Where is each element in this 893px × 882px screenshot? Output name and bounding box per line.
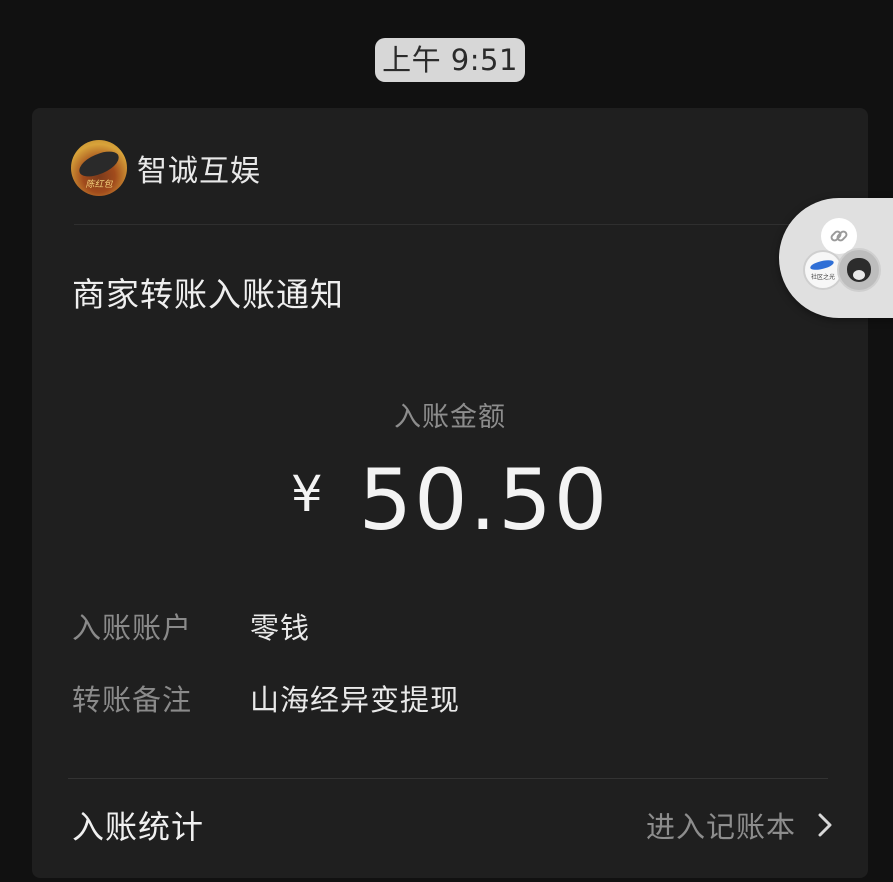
footer-divider — [68, 778, 828, 779]
link-chain-icon — [830, 230, 848, 242]
detail-row-remark: 转账备注 山海经异变提现 — [72, 678, 460, 718]
avatar-logo-text: 陈红包 — [85, 180, 113, 190]
card-header[interactable]: 陈红包 智诚互娱 — [71, 138, 261, 198]
dog-snout-graphic — [853, 270, 865, 280]
sender-avatar[interactable]: 陈红包 — [71, 140, 127, 196]
sender-name: 智诚互娱 — [137, 154, 261, 189]
wing-graphic — [809, 258, 835, 272]
dog-avatar-icon[interactable] — [837, 248, 881, 292]
currency-symbol: ¥ — [290, 465, 325, 523]
detail-value-remark: 山海经异变提现 — [250, 683, 461, 717]
payment-notification-card[interactable]: 陈红包 智诚互娱 商家转账入账通知 入账金额 ¥50.50 入账账户 零钱 转账… — [32, 108, 868, 878]
amount-value: 50.50 — [358, 451, 610, 549]
card-footer[interactable]: 入账统计 进入记账本 — [72, 800, 832, 850]
open-ledger-link[interactable]: 进入记账本 — [646, 804, 832, 846]
chat-screen: 上午 9:51 陈红包 智诚互娱 商家转账入账通知 入账金额 ¥50.50 入账… — [0, 0, 893, 882]
avatar-bird-graphic — [75, 148, 123, 180]
community-icon-text: 社区之光 — [810, 274, 835, 281]
detail-value-account: 零钱 — [250, 611, 311, 645]
footer-stats-label: 入账统计 — [72, 808, 205, 846]
detail-row-account: 入账账户 零钱 — [72, 606, 310, 646]
timestamp-pill: 上午 9:51 — [375, 38, 525, 82]
open-ledger-label: 进入记账本 — [645, 810, 796, 844]
chevron-right-icon — [818, 813, 832, 837]
header-divider — [74, 224, 826, 225]
amount-label: 入账金额 — [394, 402, 506, 433]
amount-display: ¥50.50 — [32, 446, 868, 548]
notification-title: 商家转账入账通知 — [72, 275, 344, 314]
floating-window-bubble[interactable]: 社区之光 — [779, 198, 893, 318]
detail-label-remark: 转账备注 — [72, 683, 193, 717]
detail-label-account: 入账账户 — [72, 611, 193, 645]
